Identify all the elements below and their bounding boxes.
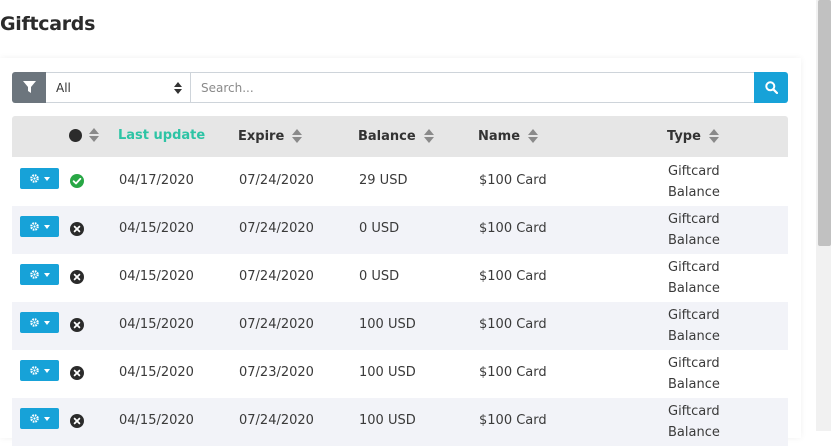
cell-name: $100 Card: [479, 365, 547, 380]
search-input[interactable]: [190, 72, 764, 103]
cell-type: Giftcard Balance: [668, 308, 720, 344]
filter-icon: [22, 81, 36, 93]
cell-balance: 100 USD: [359, 413, 416, 428]
cell-type: Giftcard Balance: [668, 260, 720, 296]
sort-icon: [528, 129, 539, 143]
cell-last-update: 04/15/2020: [119, 317, 194, 332]
gear-icon: [30, 318, 39, 327]
cell-expire: 07/24/2020: [239, 317, 314, 332]
row-actions-button[interactable]: [20, 216, 59, 237]
sort-icon: [423, 129, 434, 143]
chevron-down-icon: [44, 320, 50, 325]
gear-icon: [30, 270, 39, 279]
sort-icon[interactable]: [88, 127, 100, 143]
cell-name: $100 Card: [479, 317, 547, 332]
search-icon: [764, 81, 778, 94]
cell-expire: 07/24/2020: [239, 221, 314, 236]
cell-expire: 07/23/2020: [239, 365, 314, 380]
chevron-down-icon: [44, 272, 50, 277]
x-circle-icon: [70, 366, 84, 380]
cell-last-update: 04/15/2020: [119, 269, 194, 284]
cell-last-update: 04/15/2020: [119, 413, 194, 428]
filter-select[interactable]: All: [46, 72, 191, 103]
cell-last-update: 04/15/2020: [119, 365, 194, 380]
x-circle-icon: [70, 222, 84, 236]
cell-last-update: 04/15/2020: [119, 221, 194, 236]
table-row: 04/15/2020 07/24/2020 100 USD $100 Card …: [12, 398, 788, 446]
chevron-down-icon: [44, 224, 50, 229]
gear-icon: [30, 174, 39, 183]
table-row: 04/15/2020 07/24/2020 0 USD $100 Card Gi…: [12, 254, 788, 302]
row-actions-button[interactable]: [20, 408, 59, 429]
cell-name: $100 Card: [479, 221, 547, 236]
check-circle-icon: [70, 174, 84, 188]
sort-icon: [292, 129, 303, 143]
cell-last-update: 04/17/2020: [119, 173, 194, 188]
cell-expire: 07/24/2020: [239, 413, 314, 428]
page-title: Giftcards: [0, 13, 96, 35]
gear-icon: [30, 414, 39, 423]
gear-icon: [30, 366, 39, 375]
row-actions-button[interactable]: [20, 264, 59, 285]
cell-type: Giftcard Balance: [668, 164, 720, 200]
cell-name: $100 Card: [479, 173, 547, 188]
table-row: 04/15/2020 07/23/2020 100 USD $100 Card …: [12, 350, 788, 398]
table-row: 04/17/2020 07/24/2020 29 USD $100 Card G…: [12, 158, 788, 206]
x-circle-icon: [70, 270, 84, 284]
column-header-name[interactable]: Name: [478, 128, 539, 144]
cell-expire: 07/24/2020: [239, 173, 314, 188]
row-actions-button[interactable]: [20, 312, 59, 333]
cell-expire: 07/24/2020: [239, 269, 314, 284]
status-column-icon: [69, 129, 82, 142]
select-caret-icon: [174, 82, 182, 94]
cell-balance: 29 USD: [359, 173, 408, 188]
scrollbar-thumb[interactable]: [818, 0, 831, 246]
column-header-type[interactable]: Type: [667, 128, 720, 144]
cell-type: Giftcard Balance: [668, 212, 720, 248]
table-row: 04/15/2020 07/24/2020 0 USD $100 Card Gi…: [12, 206, 788, 254]
filter-select-value: All: [56, 80, 71, 95]
x-circle-icon: [70, 414, 84, 428]
table-row: 04/15/2020 07/24/2020 100 USD $100 Card …: [12, 302, 788, 350]
cell-type: Giftcard Balance: [668, 356, 720, 392]
cell-balance: 100 USD: [359, 365, 416, 380]
x-circle-icon: [70, 318, 84, 332]
cell-type: Giftcard Balance: [668, 404, 720, 440]
cell-balance: 0 USD: [359, 269, 400, 284]
sort-icon: [708, 129, 719, 143]
row-actions-button[interactable]: [20, 360, 59, 381]
column-header-last-update[interactable]: Last update: [118, 128, 205, 143]
table-header: Last update Expire Balance Name Type: [12, 116, 788, 157]
cell-balance: 100 USD: [359, 317, 416, 332]
gear-icon: [30, 222, 39, 231]
cell-balance: 0 USD: [359, 221, 400, 236]
cell-name: $100 Card: [479, 413, 547, 428]
column-header-expire[interactable]: Expire: [238, 128, 303, 144]
filter-button[interactable]: [12, 72, 46, 103]
search-button[interactable]: [754, 72, 788, 103]
cell-name: $100 Card: [479, 269, 547, 284]
chevron-down-icon: [44, 416, 50, 421]
row-actions-button[interactable]: [20, 168, 59, 189]
chevron-down-icon: [44, 368, 50, 373]
column-header-balance[interactable]: Balance: [358, 128, 435, 144]
chevron-down-icon: [44, 176, 50, 181]
